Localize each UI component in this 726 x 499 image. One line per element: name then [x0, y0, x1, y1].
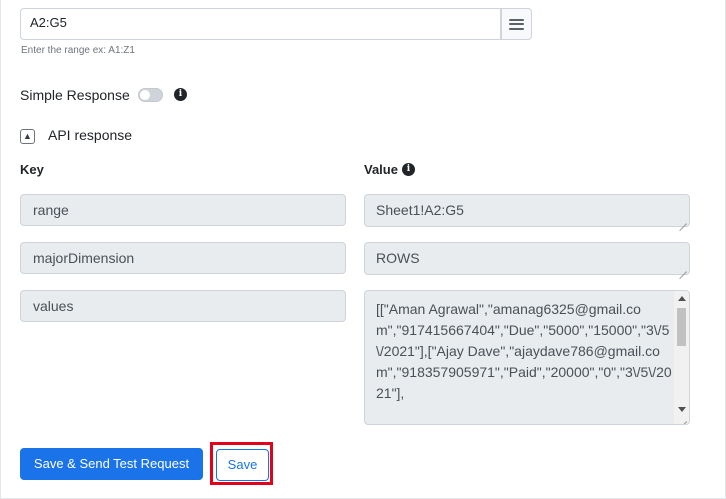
value-field-values[interactable]: [["Aman Agrawal","amanag6325@gmail.com",… [364, 290, 690, 425]
save-button[interactable]: Save [216, 449, 269, 481]
value-field-range[interactable]: Sheet1!A2:G5 [364, 194, 690, 227]
resize-handle-icon[interactable] [679, 216, 687, 224]
resize-handle-icon[interactable] [679, 414, 687, 422]
key-field-values: values [20, 290, 346, 322]
values-json-text: [["Aman Agrawal","amanag6325@gmail.com",… [376, 301, 672, 401]
simple-response-toggle[interactable] [138, 88, 163, 102]
simple-response-label: Simple Response [20, 87, 130, 103]
scroll-up-arrow-icon[interactable] [678, 296, 686, 301]
hamburger-menu-icon [509, 18, 524, 30]
key-column-header: Key [20, 162, 44, 177]
info-icon[interactable]: i [402, 163, 415, 176]
value-text: ROWS [376, 250, 420, 266]
value-text: Sheet1!A2:G5 [376, 202, 464, 218]
save-send-test-request-button[interactable]: Save & Send Test Request [20, 448, 203, 480]
api-response-collapse-button[interactable]: ▲ [20, 129, 35, 144]
toggle-knob [140, 90, 150, 100]
key-field-range: range [20, 194, 346, 226]
value-field-majorDimension[interactable]: ROWS [364, 242, 690, 275]
value-column-header: Value [364, 162, 398, 177]
scrollbar-thumb[interactable] [677, 308, 686, 346]
range-input[interactable]: A2:G5 [20, 8, 501, 40]
range-menu-button[interactable] [501, 8, 532, 40]
vertical-scrollbar[interactable] [674, 291, 689, 424]
key-field-majorDimension: majorDimension [20, 242, 346, 274]
scroll-down-arrow-icon[interactable] [678, 407, 686, 412]
chevron-up-icon: ▲ [23, 131, 32, 141]
api-response-label: API response [48, 127, 133, 143]
range-hint: Enter the range ex: A1:Z1 [21, 45, 135, 56]
resize-handle-icon[interactable] [679, 264, 687, 272]
info-icon[interactable]: i [174, 88, 187, 101]
